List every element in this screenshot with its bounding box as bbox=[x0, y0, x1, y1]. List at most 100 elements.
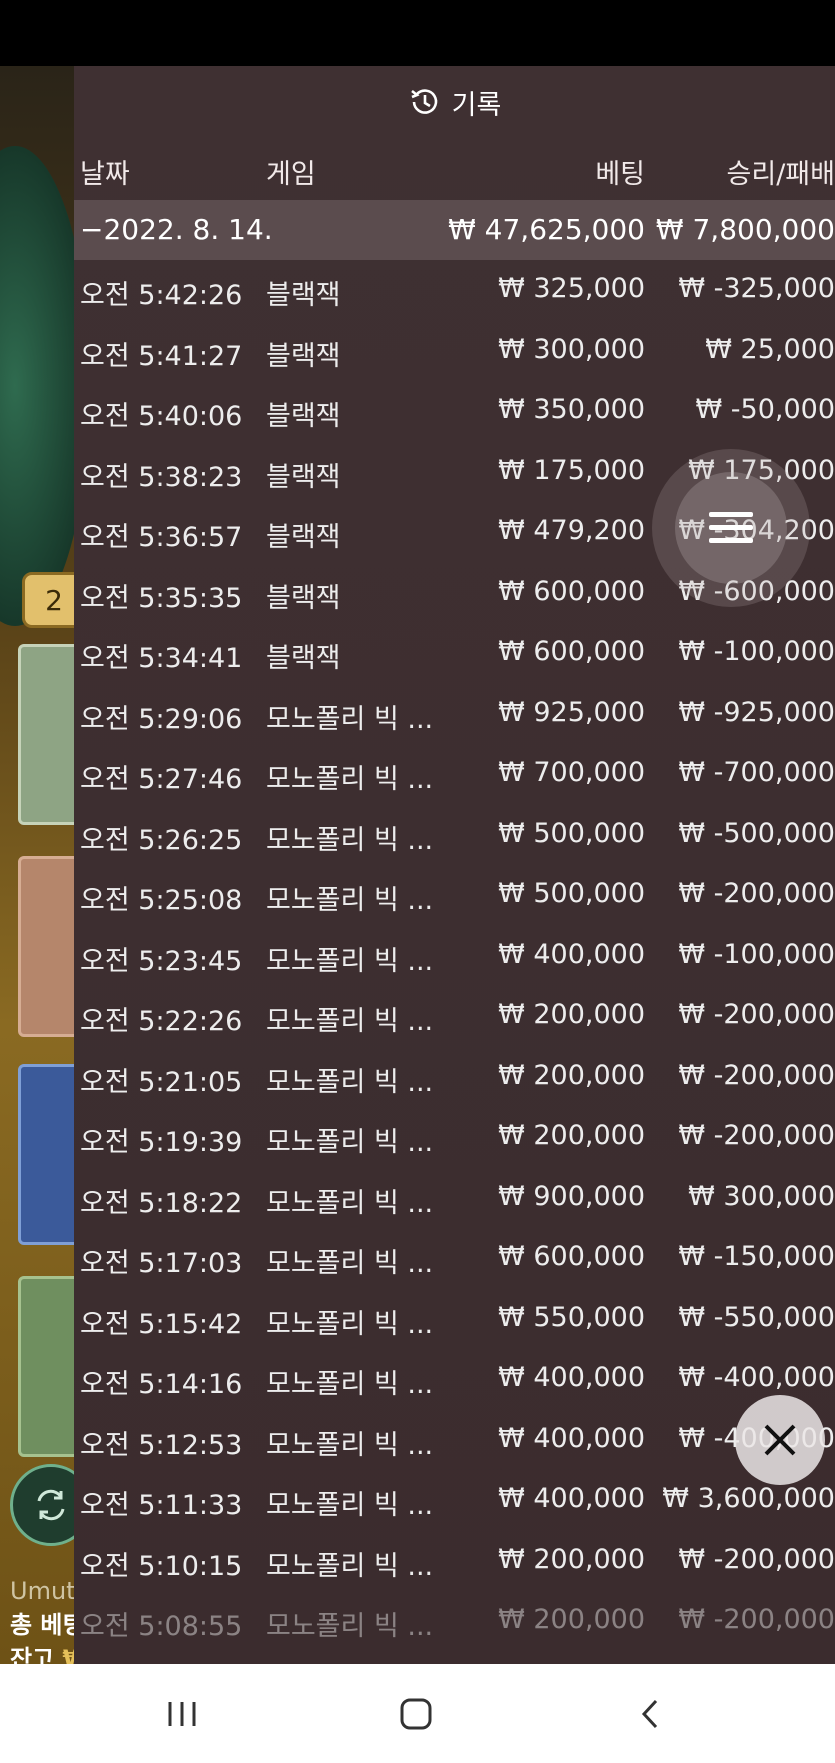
history-row[interactable]: 오전 5:40:06 블랙잭 ₩ 350,000 ₩ -50,000 bbox=[74, 381, 835, 442]
row-game: 블랙잭 bbox=[266, 582, 341, 614]
history-row[interactable]: 오전 5:21:05 모노폴리 빅 ... ₩ 200,000 ₩ -200,000 bbox=[74, 1047, 835, 1108]
row-bet: ₩ 175,000 bbox=[498, 454, 645, 486]
row-time: 오전 5:27:46 bbox=[80, 764, 243, 795]
row-game: 모노폴리 빅 ... bbox=[266, 1187, 434, 1219]
row-game: 블랙잭 bbox=[266, 401, 341, 432]
row-game: 블랙잭 bbox=[266, 280, 341, 311]
history-row[interactable]: 오전 5:27:46 모노폴리 빅 ... ₩ 700,000 ₩ -700,000 bbox=[74, 744, 835, 805]
row-game: 모노폴리 빅 ... bbox=[266, 1429, 434, 1461]
back-icon[interactable] bbox=[620, 1692, 680, 1736]
row-result: ₩ -500,000 bbox=[678, 817, 835, 849]
row-game: 블랙잭 bbox=[266, 461, 341, 493]
row-bet: ₩ 600,000 bbox=[498, 636, 645, 667]
row-bet: ₩ 200,000 bbox=[498, 1604, 645, 1635]
history-row[interactable]: 오전 5:29:06 모노폴리 빅 ... ₩ 925,000 ₩ -925,000 bbox=[74, 684, 835, 745]
row-time: 오전 5:40:06 bbox=[80, 401, 243, 432]
row-bet: ₩ 400,000 bbox=[498, 1483, 645, 1514]
column-header-bet: 베팅 bbox=[595, 159, 645, 190]
history-row[interactable]: 오전 5:26:25 모노폴리 빅 ... ₩ 500,000 ₩ -500,000 bbox=[74, 805, 835, 866]
refresh-arrows-icon bbox=[37, 1489, 65, 1521]
row-bet: ₩ 400,000 bbox=[498, 1422, 645, 1454]
row-time: 오전 5:08:55 bbox=[80, 1611, 243, 1642]
row-game: 모노폴리 빅 ... bbox=[266, 885, 434, 916]
hamburger-menu-icon bbox=[709, 512, 753, 543]
history-row[interactable]: 오전 5:22:26 모노폴리 빅 ... ₩ 200,000 ₩ -200,000 bbox=[74, 986, 835, 1047]
row-bet: ₩ 500,000 bbox=[498, 817, 645, 849]
row-bet: ₩ 200,000 bbox=[498, 1120, 645, 1151]
history-row[interactable]: 오전 5:11:33 모노폴리 빅 ... ₩ 400,000 ₩ 3,600,000 bbox=[74, 1470, 835, 1531]
row-result: ₩ -400,000 bbox=[678, 1362, 835, 1393]
date-summary-row[interactable]: −2022. 8. 14. ₩ 47,625,000 ₩ 7,800,000 bbox=[74, 200, 835, 260]
row-result: ₩ -150,000 bbox=[678, 1241, 835, 1272]
history-row[interactable]: 오전 5:12:53모노폴리 빅 ...₩ 400,000₩ -400,000 bbox=[74, 1410, 835, 1471]
row-time: 오전 5:25:08 bbox=[80, 885, 243, 916]
row-game: 모노폴리 빅 ... bbox=[266, 1066, 434, 1098]
close-button[interactable] bbox=[735, 1395, 825, 1485]
panel-header: 기록 bbox=[74, 66, 835, 138]
row-game: 모노폴리 빅 ... bbox=[266, 945, 434, 977]
row-time: 오전 5:11:33 bbox=[80, 1490, 243, 1521]
history-row[interactable]: 오전 5:15:42 모노폴리 빅 ... ₩ 550,000 ₩ -550,000 bbox=[74, 1289, 835, 1350]
column-header-date: 날짜 bbox=[80, 159, 130, 190]
row-bet: ₩ 400,000 bbox=[498, 938, 645, 970]
row-game: 모노폴리 빅 ... bbox=[266, 1550, 434, 1582]
background-username: Umut bbox=[10, 1577, 76, 1605]
row-bet: ₩ 700,000 bbox=[498, 757, 645, 788]
row-game: 모노폴리 빅 ... bbox=[266, 824, 434, 856]
row-time: 오전 5:12:53 bbox=[80, 1429, 243, 1461]
row-result: ₩ -325,000 bbox=[678, 273, 835, 304]
row-bet: ₩ 200,000 bbox=[498, 1059, 645, 1091]
history-row[interactable]: 오전 5:41:27 블랙잭 ₩ 300,000 ₩ 25,000 bbox=[74, 321, 835, 382]
row-result: ₩ -200,000 bbox=[678, 1543, 835, 1575]
close-x-icon bbox=[764, 1424, 796, 1456]
row-result: ₩ -50,000 bbox=[695, 394, 835, 425]
row-time: 오전 5:29:06 bbox=[80, 703, 243, 735]
history-row[interactable]: 오전 5:42:26 블랙잭 ₩ 325,000 ₩ -325,000 bbox=[74, 260, 835, 321]
row-result: ₩ -700,000 bbox=[678, 757, 835, 788]
row-bet: ₩ 479,200 bbox=[498, 515, 645, 546]
row-bet: ₩ 325,000 bbox=[498, 273, 645, 304]
row-game: 모노폴리 빅 ... bbox=[266, 1006, 434, 1037]
row-time: 오전 5:41:27 bbox=[80, 340, 243, 372]
summary-date: −2022. 8. 14. bbox=[80, 213, 273, 246]
history-row[interactable]: 오전 5:08:55 모노폴리 빅 ... ₩ 200,000 ₩ -200,000 bbox=[74, 1591, 835, 1652]
history-row[interactable]: 오전 5:17:03 모노폴리 빅 ... ₩ 600,000 ₩ -150,000 bbox=[74, 1228, 835, 1289]
history-panel: 기록 날짜 게임 베팅 승리/패배 −2022. 8. 14. ₩ 47,625… bbox=[74, 66, 835, 1664]
row-bet: ₩ 200,000 bbox=[498, 999, 645, 1030]
row-bet: ₩ 900,000 bbox=[498, 1180, 645, 1212]
row-game: 모노폴리 빅 ... bbox=[266, 703, 434, 735]
android-nav-bar bbox=[0, 1664, 835, 1763]
row-game: 모노폴리 빅 ... bbox=[266, 1369, 434, 1400]
summary-bet: ₩ 47,625,000 bbox=[448, 213, 645, 246]
history-row[interactable]: 오전 5:23:45 모노폴리 빅 ... ₩ 400,000 ₩ -100,000 bbox=[74, 926, 835, 987]
row-result: ₩ -200,000 bbox=[678, 1604, 835, 1635]
history-row[interactable]: 오전 5:10:15 모노폴리 빅 ... ₩ 200,000 ₩ -200,000 bbox=[74, 1531, 835, 1592]
recent-apps-icon[interactable] bbox=[152, 1692, 212, 1736]
history-clock-icon bbox=[410, 89, 437, 114]
menu-button[interactable] bbox=[652, 449, 810, 607]
history-row[interactable]: 오전 5:34:41 블랙잭 ₩ 600,000 ₩ -100,000 bbox=[74, 623, 835, 684]
row-bet: ₩ 925,000 bbox=[498, 696, 645, 728]
row-time: 오전 5:18:22 bbox=[80, 1187, 243, 1219]
row-time: 오전 5:22:26 bbox=[80, 1006, 243, 1037]
history-row[interactable]: 오전 5:18:22 모노폴리 빅 ... ₩ 900,000 ₩ 300,000 bbox=[74, 1168, 835, 1229]
history-row[interactable]: 오전 5:14:16 모노폴리 빅 ... ₩ 400,000 ₩ -400,000 bbox=[74, 1349, 835, 1410]
row-result: ₩ -200,000 bbox=[678, 878, 835, 909]
row-game: 모노폴리 빅 ... bbox=[266, 1490, 434, 1521]
row-result: ₩ -925,000 bbox=[678, 696, 835, 728]
row-time: 오전 5:35:35 bbox=[80, 582, 243, 614]
column-headers: 날짜 게임 베팅 승리/패배 bbox=[74, 138, 835, 200]
row-result: ₩ -100,000 bbox=[678, 636, 835, 667]
history-row[interactable]: 오전 5:25:08 모노폴리 빅 ... ₩ 500,000 ₩ -200,000 bbox=[74, 865, 835, 926]
history-row[interactable]: 오전 5:19:39 모노폴리 빅 ... ₩ 200,000 ₩ -200,000 bbox=[74, 1107, 835, 1168]
row-game: 블랙잭 bbox=[266, 340, 341, 372]
row-bet: ₩ 550,000 bbox=[498, 1301, 645, 1333]
row-time: 오전 5:15:42 bbox=[80, 1308, 243, 1340]
home-icon[interactable] bbox=[386, 1692, 446, 1736]
row-time: 오전 5:34:41 bbox=[80, 643, 243, 674]
row-result: ₩ 3,600,000 bbox=[662, 1483, 835, 1514]
panel-title: 기록 bbox=[451, 89, 502, 121]
row-bet: ₩ 300,000 bbox=[498, 333, 645, 365]
row-time: 오전 5:38:23 bbox=[80, 461, 243, 493]
column-header-win-loss: 승리/패배 bbox=[726, 159, 835, 190]
